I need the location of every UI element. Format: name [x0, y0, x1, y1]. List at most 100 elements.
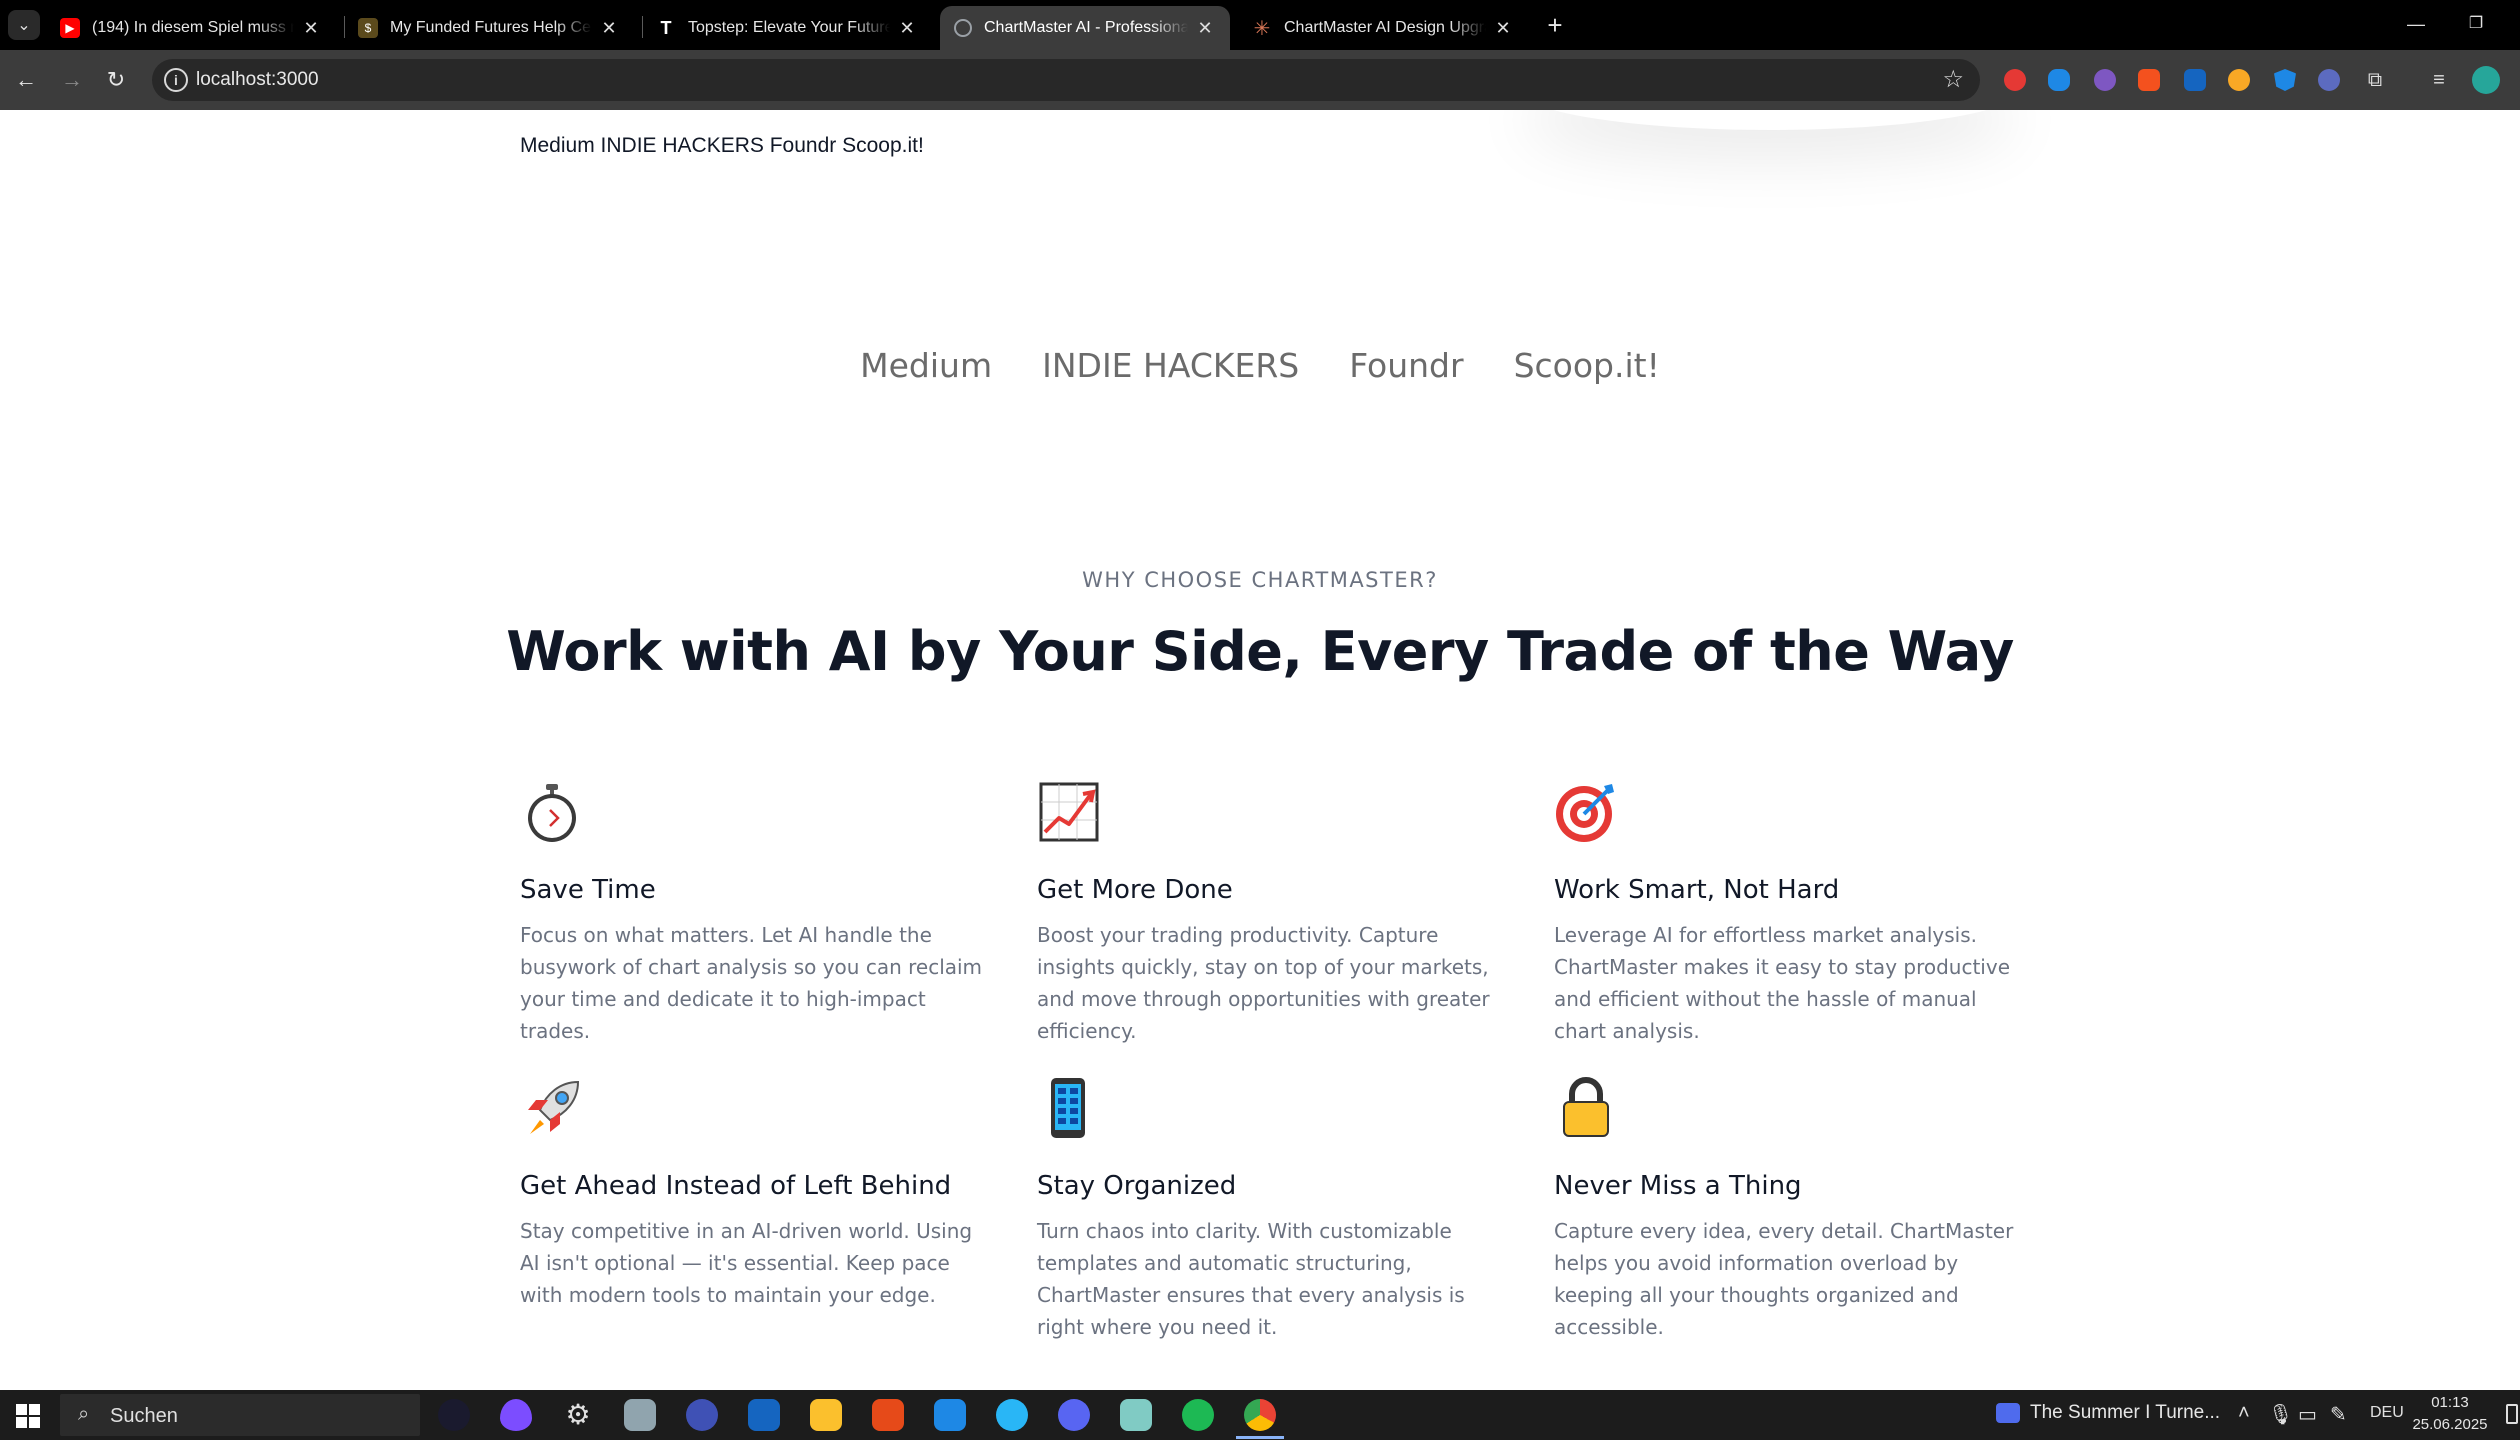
feature-description: Focus on what matters. Let AI handle the… [520, 923, 983, 1043]
section-eyebrow: WHY CHOOSE CHARTMASTER? [1082, 568, 1438, 592]
taskbar-app-icon[interactable] [872, 1399, 904, 1431]
microphone-icon[interactable]: 🎙 [2268, 1402, 2293, 1427]
feature-get-ahead: Get Ahead Instead of Left Behind Stay co… [520, 1076, 1037, 1314]
tab-youtube[interactable]: ▶ (194) In diesem Spiel muss man ✕ [46, 6, 336, 50]
close-icon[interactable]: ✕ [1194, 18, 1216, 39]
bookmark-star-icon[interactable]: ☆ [1942, 65, 1964, 94]
media-control-icon[interactable]: ≡ [2428, 69, 2450, 91]
feature-get-more-done: Get More Done Boost your trading product… [1037, 780, 1554, 1043]
feature-work-smart: Work Smart, Not Hard Leverage AI for eff… [1554, 780, 2020, 1043]
feature-never-miss: Never Miss a Thing Capture every idea, e… [1554, 1076, 2020, 1339]
back-button[interactable]: ← [10, 64, 42, 96]
featured-logos-raw-text: Medium INDIE HACKERS Foundr Scoop.it! [520, 134, 924, 157]
tab-search-button[interactable]: ⌄ [8, 10, 40, 40]
settings-gear-icon[interactable]: ⚙ [562, 1399, 594, 1431]
claude-icon: ✳ [1253, 17, 1271, 40]
network-icon[interactable]: ▭ [2298, 1402, 2317, 1427]
extension-yellow-icon[interactable] [2228, 69, 2250, 91]
spotify-icon[interactable] [1182, 1399, 1214, 1431]
powershell-icon[interactable] [748, 1399, 780, 1431]
logo-medium: Medium [860, 346, 993, 385]
taskbar-app-icon[interactable] [624, 1399, 656, 1431]
feature-title: Get More Done [1037, 875, 1233, 905]
taskbar-search[interactable]: ⌕ Suchen [60, 1394, 420, 1436]
close-icon[interactable]: ✕ [300, 18, 322, 39]
windows-taskbar: ⌕ Suchen ⚙ The Summer I Turne... ˄ 🎙 ▭ ✎… [0, 1390, 2520, 1440]
lock-icon [1563, 1077, 1609, 1137]
extension-orange-icon[interactable] [2138, 69, 2160, 91]
media-title: The Summer I Turne... [2030, 1402, 2221, 1423]
tab-claude[interactable]: ✳ ChartMaster AI Design Upgrade ✕ [1238, 6, 1528, 50]
chevron-up-icon[interactable]: ˄ [2238, 1402, 2250, 1425]
notification-icon[interactable] [2506, 1404, 2518, 1424]
extensions-puzzle-icon[interactable]: ⧉ [2364, 69, 2386, 91]
globe-icon [954, 19, 972, 37]
section-headline: Work with AI by Your Side, Every Trade o… [506, 620, 2014, 683]
youtube-icon: ▶ [60, 18, 80, 38]
close-icon[interactable]: ✕ [1492, 18, 1514, 39]
tab-chartmaster[interactable]: ChartMaster AI - Professional Chart ✕ [940, 6, 1230, 50]
taskbar-app-icon[interactable] [438, 1399, 470, 1431]
extension-red-icon[interactable] [2004, 69, 2026, 91]
feature-title: Work Smart, Not Hard [1554, 875, 1840, 905]
forward-button[interactable]: → [56, 64, 88, 96]
browser-toolbar: ← → ↻ i localhost:3000 ☆ ⧉ ≡ [0, 50, 2520, 110]
extension-profile-icon[interactable] [2318, 69, 2340, 91]
feature-title: Never Miss a Thing [1554, 1171, 1802, 1201]
tab-title: (194) In diesem Spiel muss man [92, 19, 294, 36]
file-explorer-icon[interactable] [810, 1399, 842, 1431]
reload-button[interactable]: ↻ [100, 64, 132, 96]
page-content: Medium INDIE HACKERS Foundr Scoop.it! Me… [0, 110, 2520, 1390]
feature-description: Boost your trading productivity. Capture… [1037, 923, 1490, 1043]
browser-tab-bar: ⌄ ▶ (194) In diesem Spiel muss man ✕ $ M… [0, 0, 2520, 50]
tab-mff-help[interactable]: $ My Funded Futures Help Center ✕ [344, 6, 634, 50]
taskbar-app-icon[interactable] [686, 1399, 718, 1431]
input-language[interactable]: DEU [2370, 1404, 2404, 1422]
featured-logos-row: Medium INDIE HACKERS Foundr Scoop.it! [0, 346, 2520, 385]
system-clock[interactable]: 01:13 25.06.2025 [2410, 1392, 2490, 1436]
pen-icon[interactable]: ✎ [2330, 1402, 2347, 1427]
search-icon: ⌕ [78, 1403, 90, 1425]
restore-button[interactable]: ❐ [2446, 6, 2506, 42]
extension-purple-icon[interactable] [2094, 69, 2116, 91]
mff-icon: $ [358, 18, 378, 38]
close-icon[interactable]: ✕ [896, 18, 918, 39]
telegram-icon[interactable] [996, 1399, 1028, 1431]
logo-scoop-it: Scoop.it! [1513, 346, 1660, 385]
site-info-icon[interactable]: i [164, 68, 188, 92]
tab-title: ChartMaster AI - Professional Chart [984, 19, 1188, 36]
logo-indie-hackers: INDIE HACKERS [1042, 346, 1300, 385]
minimize-button[interactable]: — [2386, 6, 2446, 42]
decorative-shadow [1520, 110, 2020, 130]
feature-title: Save Time [520, 875, 656, 905]
discord-icon[interactable] [1058, 1399, 1090, 1431]
vscode-icon[interactable] [934, 1399, 966, 1431]
url-text[interactable]: localhost:3000 [196, 69, 319, 91]
clock-time: 01:13 [2431, 1394, 2469, 1411]
extension-shield-icon[interactable] [2274, 69, 2296, 91]
feature-title: Get Ahead Instead of Left Behind [520, 1171, 952, 1201]
close-icon[interactable]: ✕ [598, 18, 620, 39]
tab-title: My Funded Futures Help Center [390, 19, 592, 36]
feature-save-time: Save Time Focus on what matters. Let AI … [520, 780, 1037, 1043]
target-icon [1556, 784, 1614, 842]
new-tab-button[interactable]: + [1540, 10, 1570, 40]
feature-description: Capture every idea, every detail. ChartM… [1554, 1219, 2014, 1339]
media-widget[interactable]: The Summer I Turne... [1996, 1402, 2220, 1424]
chrome-icon[interactable] [1236, 1399, 1284, 1439]
feature-stay-organized: Stay Organized Turn chaos into clarity. … [1037, 1076, 1554, 1339]
taskbar-app-icon[interactable] [1120, 1399, 1152, 1431]
topstep-icon: T [660, 17, 672, 38]
tab-title: Topstep: Elevate Your Futures Trading [688, 19, 890, 36]
address-bar[interactable]: i localhost:3000 ☆ [152, 59, 1980, 101]
windows-start-icon[interactable] [16, 1404, 40, 1428]
feature-description: Stay competitive in an AI-driven world. … [520, 1219, 973, 1307]
profile-avatar[interactable] [2472, 66, 2500, 94]
taskbar-app-icon[interactable] [500, 1399, 532, 1431]
stopwatch-icon [528, 784, 576, 842]
tab-topstep[interactable]: T Topstep: Elevate Your Futures Trading … [642, 6, 932, 50]
extension-portrait-icon[interactable] [2184, 69, 2206, 91]
feature-description: Turn chaos into clarity. With customizab… [1037, 1219, 1465, 1339]
extension-blue-wave-icon[interactable] [2048, 69, 2070, 91]
features-grid: Save Time Focus on what matters. Let AI … [520, 780, 2020, 1339]
